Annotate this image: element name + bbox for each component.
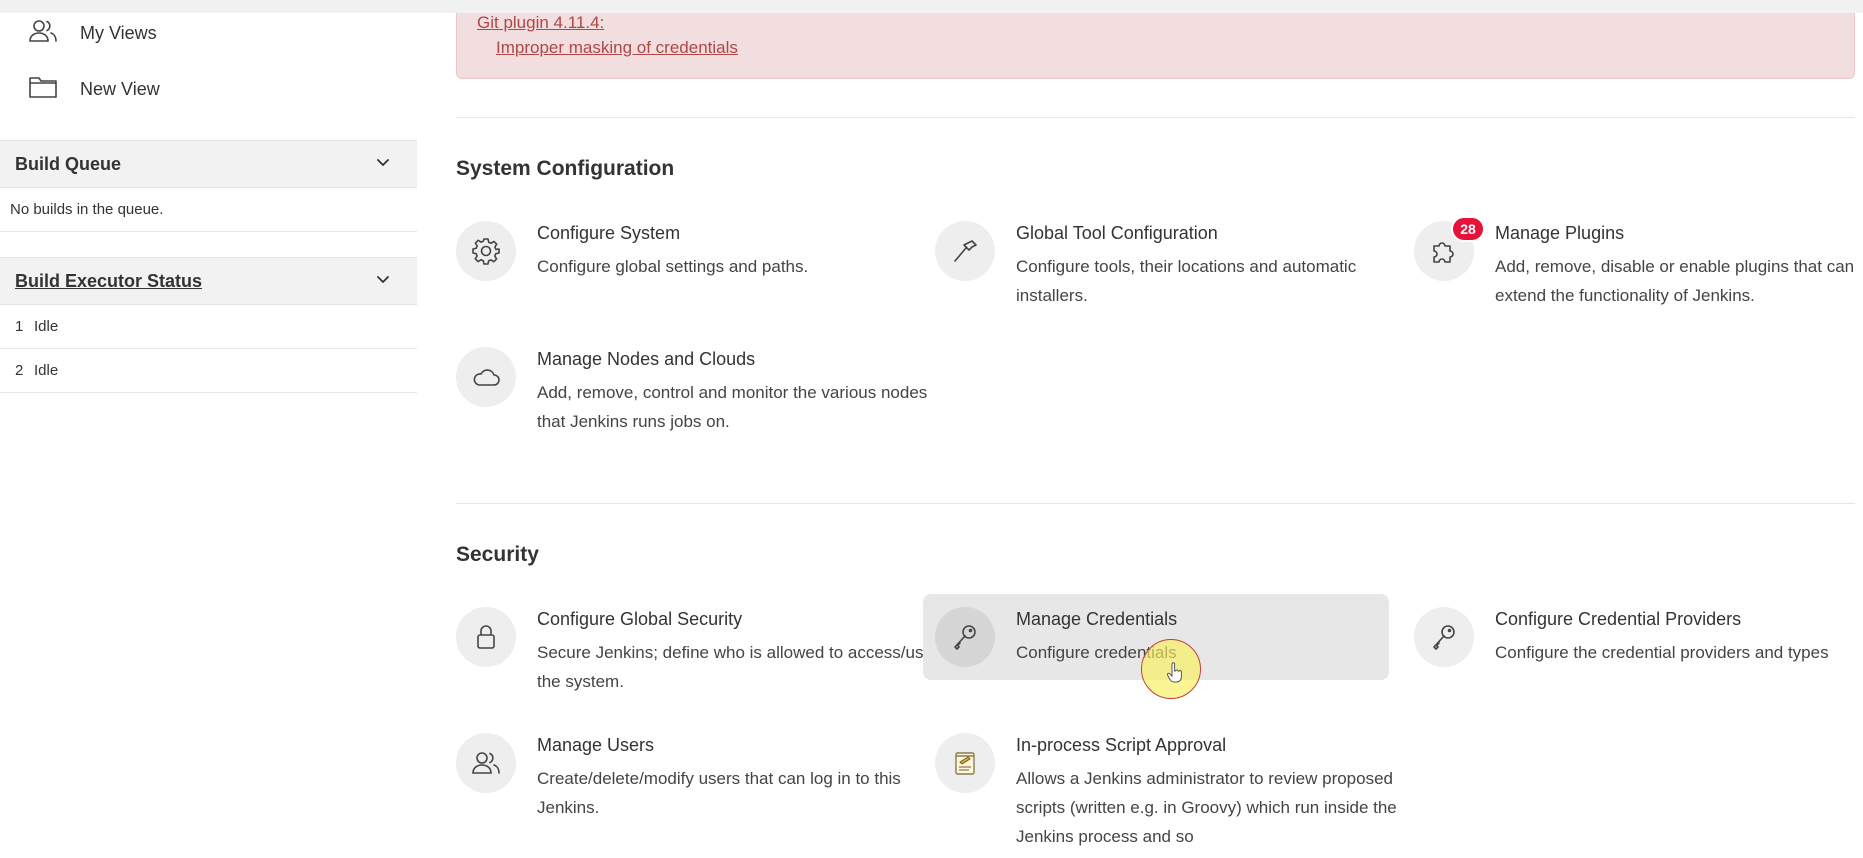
manage-nodes-link[interactable]: Manage Nodes and Clouds Add, remove, con…: [456, 347, 927, 437]
alert-plugin-line: Git plugin 4.11.4:: [477, 13, 604, 33]
section-title-security: Security: [456, 543, 539, 566]
card-title: Configure Global Security: [537, 609, 743, 629]
executor-status: Idle: [34, 318, 59, 335]
card-title: Manage Plugins: [1495, 223, 1625, 243]
sidebar-item-my-views[interactable]: My Views: [28, 13, 157, 53]
global-tool-configuration-link[interactable]: Global Tool Configuration Configure tool…: [935, 221, 1405, 311]
chevron-down-icon[interactable]: [375, 154, 391, 175]
alert-issue-link[interactable]: Improper masking of credentials: [496, 38, 738, 58]
card-title: Configure System: [537, 223, 681, 243]
card-description: Add, remove, disable or enable plugins t…: [1495, 257, 1855, 305]
script-approval-link[interactable]: In-process Script Approval Allows a Jenk…: [935, 733, 1405, 846]
chevron-down-icon[interactable]: [375, 271, 391, 292]
build-executor-header: Build Executor Status: [0, 257, 417, 305]
build-queue-empty: No builds in the queue.: [0, 188, 417, 232]
configure-system-link[interactable]: Configure System Configure global settin…: [456, 221, 926, 311]
security-alert: Git plugin 4.11.4: Improper masking of c…: [456, 13, 1855, 79]
folder-icon: [28, 72, 58, 107]
cloud-icon: [456, 347, 516, 407]
card-title: In-process Script Approval: [1016, 735, 1227, 755]
alert-plugin-link[interactable]: Git plugin 4.11.4: [477, 13, 600, 32]
card-description: Create/delete/modify users that can log …: [537, 769, 901, 817]
manage-users-link[interactable]: Manage Users Create/delete/modify users …: [456, 733, 926, 823]
section-divider: [456, 117, 1855, 118]
sidebar-item-label: My Views: [80, 22, 157, 43]
configure-credential-providers-link[interactable]: Configure Credential Providers Configure…: [1414, 607, 1863, 697]
lock-icon: [456, 607, 516, 667]
build-queue-title: Build Queue: [15, 153, 122, 174]
users-icon: [456, 733, 516, 793]
build-queue-header[interactable]: Build Queue: [0, 140, 417, 188]
card-description: Configure credentials: [1016, 643, 1177, 662]
card-description: Add, remove, control and monitor the var…: [537, 383, 928, 431]
notepad-icon: [935, 733, 995, 793]
card-title: Manage Nodes and Clouds: [537, 349, 756, 369]
configure-global-security-link[interactable]: Configure Global Security Secure Jenkins…: [456, 607, 933, 697]
hammer-icon: [935, 221, 995, 281]
executor-row: 1 Idle: [0, 305, 417, 349]
card-description: Allows a Jenkins administrator to review…: [1016, 769, 1397, 846]
sidebar-item-new-view[interactable]: New View: [28, 69, 160, 109]
executor-status: Idle: [34, 362, 59, 379]
card-description: Configure the credential providers and t…: [1495, 643, 1829, 662]
section-divider: [456, 503, 1855, 504]
sidebar-item-label: New View: [80, 78, 160, 99]
key-icon: [1414, 607, 1474, 667]
card-title: Global Tool Configuration: [1016, 223, 1218, 243]
top-bar: [0, 0, 1863, 13]
card-title: Manage Users: [537, 735, 655, 755]
card-description: Secure Jenkins; define who is allowed to…: [537, 643, 933, 691]
card-title: Manage Credentials: [1016, 609, 1178, 629]
cursor-highlight: [1141, 639, 1201, 699]
card-description: Configure global settings and paths.: [537, 257, 809, 276]
manage-plugins-link[interactable]: 28 Manage Plugins Add, remove, disable o…: [1414, 216, 1863, 311]
hand-cursor-icon: [1166, 662, 1182, 683]
key-icon: [935, 607, 995, 667]
sidebar: My Views New View Build Queue No builds …: [0, 13, 417, 858]
plugin-updates-badge: 28: [1451, 216, 1485, 242]
gear-icon: [456, 221, 516, 281]
section-title-system-configuration: System Configuration: [456, 157, 675, 180]
build-executor-title-link[interactable]: Build Executor Status: [15, 271, 202, 292]
alert-colon: :: [599, 13, 605, 32]
executor-row: 2 Idle: [0, 349, 417, 393]
executor-number: 2: [15, 362, 24, 379]
executor-number: 1: [15, 318, 24, 335]
card-description: Configure tools, their locations and aut…: [1016, 257, 1357, 305]
people-icon: [28, 16, 58, 51]
card-title: Configure Credential Providers: [1495, 609, 1742, 629]
